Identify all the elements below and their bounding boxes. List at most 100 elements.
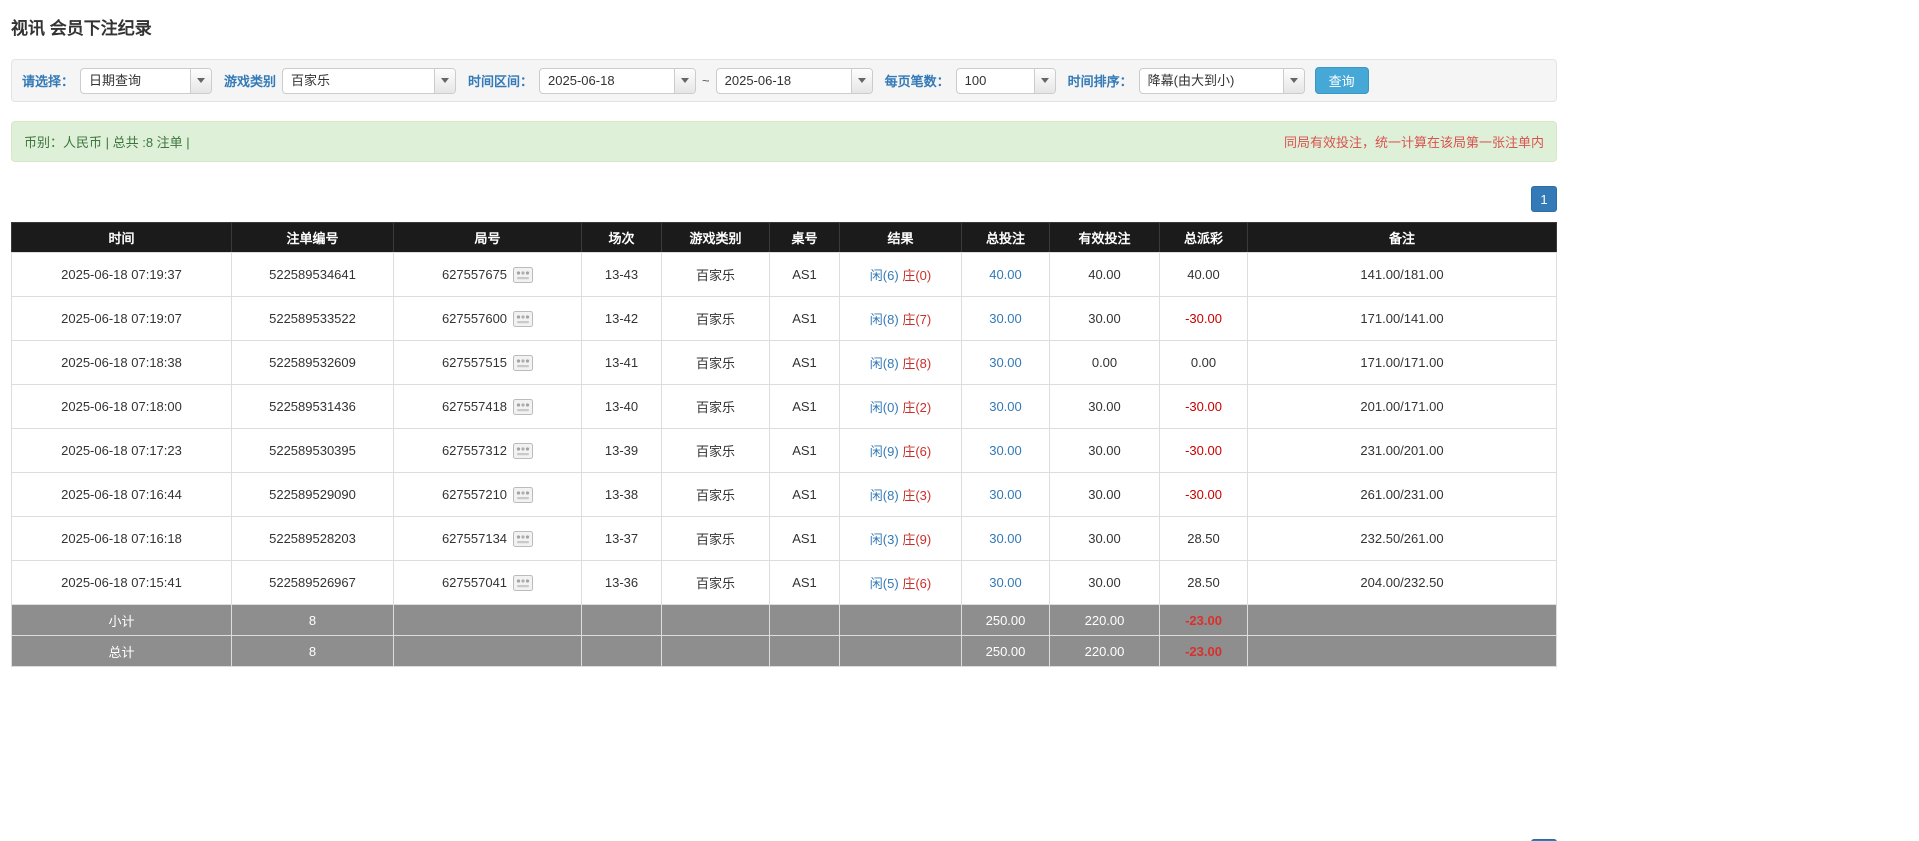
range-separator: ~ — [702, 73, 710, 88]
total-bet-link[interactable]: 40.00 — [989, 267, 1022, 282]
cell-time: 2025-06-18 07:18:00 — [11, 384, 232, 429]
round-result-icon[interactable] — [513, 442, 534, 459]
chevron-down-icon[interactable] — [850, 68, 872, 93]
subtotal-empty — [769, 604, 840, 636]
query-type-dropdown[interactable]: 日期查询 — [80, 67, 213, 94]
total-empty — [661, 635, 770, 667]
header-table-no: 桌号 — [769, 222, 840, 253]
cell-table-no: AS1 — [769, 516, 840, 561]
chevron-down-icon[interactable] — [674, 68, 696, 93]
round-number: 627557210 — [441, 487, 508, 503]
cell-table-no: AS1 — [769, 560, 840, 605]
cell-time: 2025-06-18 07:18:38 — [11, 340, 232, 385]
cell-time: 2025-06-18 07:19:07 — [11, 296, 232, 341]
round-number: 627557600 — [441, 311, 508, 327]
result-banker: 庄(2) — [902, 400, 932, 415]
cell-bet-id: 522589533522 — [231, 296, 394, 341]
cell-session: 13-42 — [581, 296, 662, 341]
time-range-label: 时间区间： — [468, 74, 534, 89]
time-sort-value: 降幕(由大到小) — [1147, 72, 1235, 88]
cell-round: 627557134 — [393, 516, 582, 561]
cell-round: 627557041 — [393, 560, 582, 605]
cell-time: 2025-06-18 07:16:18 — [11, 516, 232, 561]
cell-payout: 40.00 — [1159, 252, 1248, 297]
cell-table-no: AS1 — [769, 472, 840, 517]
cell-payout: 0.00 — [1159, 340, 1248, 385]
caret-icon — [1040, 78, 1049, 83]
date-to-dropdown[interactable]: 2025-06-18 — [715, 67, 873, 94]
total-empty — [393, 635, 582, 667]
round-result-icon[interactable] — [513, 310, 534, 327]
chevron-down-icon[interactable] — [1282, 68, 1304, 93]
total-total-bet: 250.00 — [961, 635, 1050, 667]
table-row: 2025-06-18 07:15:41 522589526967 627557041… — [11, 560, 1557, 605]
total-bet-link[interactable]: 30.00 — [989, 399, 1022, 414]
result-player: 闲(8) — [869, 488, 899, 503]
chevron-down-icon[interactable] — [1033, 68, 1055, 93]
round-result-icon[interactable] — [513, 574, 534, 591]
page-button[interactable]: 1 — [1531, 186, 1557, 212]
cell-result: 闲(8) 庄(8) — [839, 340, 962, 385]
cell-remark: 231.00/201.00 — [1247, 428, 1557, 473]
cell-remark: 171.00/171.00 — [1247, 340, 1557, 385]
cell-table-no: AS1 — [769, 428, 840, 473]
cell-result: 闲(6) 庄(0) — [839, 252, 962, 297]
cell-round: 627557312 — [393, 428, 582, 473]
game-type-dropdown[interactable]: 百家乐 — [282, 67, 457, 94]
header-valid-bet: 有效投注 — [1049, 222, 1160, 253]
date-from-dropdown[interactable]: 2025-06-18 — [539, 67, 697, 94]
date-from-value: 2025-06-18 — [548, 72, 615, 88]
result-player: 闲(3) — [869, 532, 899, 547]
table-row: 2025-06-18 07:19:07 522589533522 627557600… — [11, 296, 1557, 341]
result-player: 闲(0) — [869, 400, 899, 415]
total-bet-link[interactable]: 30.00 — [989, 575, 1022, 590]
total-empty — [839, 635, 962, 667]
total-bet-link[interactable]: 30.00 — [989, 311, 1022, 326]
total-bet-link[interactable]: 30.00 — [989, 355, 1022, 370]
round-result-icon[interactable] — [513, 354, 534, 371]
cell-remark: 232.50/261.00 — [1247, 516, 1557, 561]
table-body: 2025-06-18 07:19:37 522589534641 627557675… — [11, 252, 1557, 605]
cell-remark: 261.00/231.00 — [1247, 472, 1557, 517]
cell-bet-id: 522589529090 — [231, 472, 394, 517]
total-empty — [1247, 635, 1557, 667]
round-result-icon[interactable] — [513, 398, 534, 415]
game-type-label: 游戏类别 — [224, 74, 277, 89]
cell-payout: -30.00 — [1159, 384, 1248, 429]
cell-time: 2025-06-18 07:15:41 — [11, 560, 232, 605]
round-result-icon[interactable] — [513, 486, 534, 503]
cell-session: 13-37 — [581, 516, 662, 561]
cell-total-bet: 30.00 — [961, 472, 1050, 517]
total-bet-link[interactable]: 30.00 — [989, 487, 1022, 502]
cell-round: 627557418 — [393, 384, 582, 429]
time-sort-label: 时间排序： — [1067, 74, 1133, 89]
result-player: 闲(6) — [869, 268, 899, 283]
cell-payout: 28.50 — [1159, 560, 1248, 605]
table-row: 2025-06-18 07:17:23 522589530395 627557312… — [11, 428, 1557, 473]
chevron-down-icon[interactable] — [190, 68, 212, 93]
cell-remark: 171.00/141.00 — [1247, 296, 1557, 341]
search-button[interactable]: 查询 — [1314, 67, 1369, 94]
round-result-icon[interactable] — [513, 530, 534, 547]
subtotal-count: 8 — [231, 604, 394, 636]
cell-game-type: 百家乐 — [661, 384, 770, 429]
cell-game-type: 百家乐 — [661, 296, 770, 341]
table-row: 2025-06-18 07:16:44 522589529090 627557210… — [11, 472, 1557, 517]
page-size-dropdown[interactable]: 100 — [955, 67, 1056, 94]
subtotal-payout: -23.00 — [1159, 604, 1248, 636]
result-player: 闲(9) — [869, 444, 899, 459]
cell-valid-bet: 30.00 — [1049, 560, 1160, 605]
total-bet-link[interactable]: 30.00 — [989, 531, 1022, 546]
cell-total-bet: 30.00 — [961, 296, 1050, 341]
cell-session: 13-40 — [581, 384, 662, 429]
subtotal-empty — [393, 604, 582, 636]
cell-payout: -30.00 — [1159, 428, 1248, 473]
cell-session: 13-39 — [581, 428, 662, 473]
round-result-icon[interactable] — [513, 266, 534, 283]
subtotal-empty — [839, 604, 962, 636]
total-bet-link[interactable]: 30.00 — [989, 443, 1022, 458]
cell-remark: 201.00/171.00 — [1247, 384, 1557, 429]
time-sort-dropdown[interactable]: 降幕(由大到小) — [1138, 67, 1305, 94]
round-number: 627557134 — [441, 531, 508, 547]
chevron-down-icon[interactable] — [434, 68, 456, 93]
